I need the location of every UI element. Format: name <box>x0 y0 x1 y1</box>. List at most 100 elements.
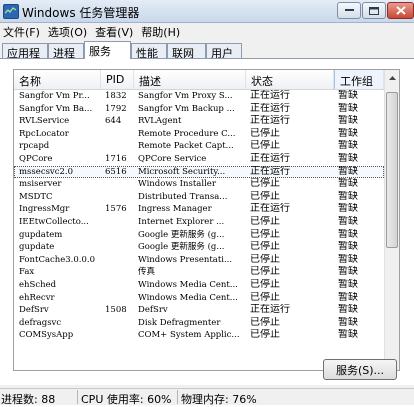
tab-networking[interactable]: 联网 <box>167 43 206 60</box>
table-row[interactable]: gupdate Google 更新服务 (g... 已停止 暂缺 <box>14 241 384 254</box>
service-description: Google 更新服务 (g... <box>138 242 225 253</box>
table-row[interactable]: defragsvc Disk Defragmenter 已停止 暂缺 <box>14 317 384 330</box>
tab-strip: 应用程序 进程 服务 性能 联网 用户 <box>0 41 414 76</box>
services-panel: 名称 PID 描述 状态 工作组 Sangfor Vm Pr... 1832 San… <box>0 58 414 385</box>
service-description: Disk Defragmenter <box>138 317 221 328</box>
table-row[interactable]: Fax 传真 已停止 暂缺 <box>14 266 384 279</box>
service-pid: 1508 <box>105 305 127 316</box>
maximize-icon <box>369 6 379 15</box>
services-button[interactable]: 服务(S)... <box>323 359 397 380</box>
table-row[interactable]: RVLService 644 RVLAgent 正在运行 暂缺 <box>14 115 384 128</box>
table-row[interactable]: gupdatem Google 更新服务 (g... 已停止 暂缺 <box>14 229 384 242</box>
service-pid: 1576 <box>105 204 127 215</box>
tab-processes[interactable]: 进程 <box>48 43 84 60</box>
service-group: 暂缺 <box>338 203 358 215</box>
table-row[interactable]: COMSysApp COM+ System Applic... 已停止 暂缺 <box>14 329 384 342</box>
service-description: Remote Procedure C... <box>138 128 236 139</box>
close-button[interactable] <box>387 2 414 19</box>
service-rows: Sangfor Vm Pr... 1832 Sangfor Vm Proxy S..… <box>14 90 384 342</box>
menu-file[interactable]: 文件(F) <box>0 23 45 39</box>
service-description: Windows Presentati... <box>138 254 233 265</box>
service-group: 暂缺 <box>338 190 358 202</box>
service-status: 已停止 <box>250 127 280 139</box>
table-row[interactable]: MSDTC Distributed Transa... 已停止 暂缺 <box>14 191 384 204</box>
table-row[interactable]: Sangfor Vm Pr... 1832 Sangfor Vm Proxy S..… <box>14 90 384 103</box>
column-header-description[interactable]: 描述 <box>134 70 246 89</box>
service-name: IEEtwCollecto... <box>19 216 89 227</box>
service-name: MSDTC <box>19 191 53 202</box>
table-row[interactable]: ehSched Windows Media Cent... 已停止 暂缺 <box>14 279 384 292</box>
service-description: COM+ System Applic... <box>138 330 240 341</box>
service-description: Ingress Manager <box>138 204 212 215</box>
table-row[interactable]: mssecsvc2.0 6516 Microsoft Security... 正在运行… <box>14 165 384 179</box>
service-description: QPCore Service <box>138 153 207 164</box>
tab-users[interactable]: 用户 <box>206 43 242 60</box>
service-description: 传真 <box>138 267 156 278</box>
table-row[interactable]: msiserver Windows Installer 已停止 暂缺 <box>14 178 384 191</box>
column-header-group[interactable]: 工作组 <box>334 70 384 89</box>
service-name: gupdate <box>19 242 55 253</box>
table-row[interactable]: DefSrv 1508 DefSrv 正在运行 暂缺 <box>14 304 384 317</box>
process-count: 进程数: 88 <box>1 393 56 406</box>
service-group: 暂缺 <box>338 127 358 139</box>
table-row[interactable]: Sangfor Vm Ba... 1792 Sangfor Vm Backup ..… <box>14 103 384 116</box>
service-name: DefSrv <box>19 305 49 316</box>
service-status: 已停止 <box>250 241 280 253</box>
table-row[interactable]: QPCore 1716 QPCore Service 正在运行 暂缺 <box>14 153 384 166</box>
table-row[interactable]: FontCache3.0.0.0 Windows Presentati... 已停止… <box>14 254 384 267</box>
service-description: RVLAgent <box>138 116 182 127</box>
service-name: RpcLocator <box>19 128 69 139</box>
table-row[interactable]: IEEtwCollecto... Internet Explorer ... 已停止… <box>14 216 384 229</box>
service-status: 正在运行 <box>250 115 290 127</box>
service-name: Fax <box>19 267 35 278</box>
minimize-button[interactable] <box>337 2 361 19</box>
tab-services[interactable]: 服务 <box>84 41 131 59</box>
chevron-up-icon <box>388 75 396 80</box>
service-group: 暂缺 <box>338 304 358 316</box>
title-bar[interactable]: Windows 任务管理器 <box>0 0 414 23</box>
service-status: 已停止 <box>250 140 280 152</box>
tab-applications[interactable]: 应用程序 <box>2 43 48 76</box>
service-group: 暂缺 <box>338 329 358 341</box>
service-status: 正在运行 <box>250 102 290 114</box>
service-group: 暂缺 <box>338 228 358 240</box>
menu-options[interactable]: 选项(O) <box>45 23 92 39</box>
vertical-scrollbar[interactable] <box>384 70 399 370</box>
service-status: 正在运行 <box>250 304 290 316</box>
table-row[interactable]: RpcLocator Remote Procedure C... 已停止 暂缺 <box>14 128 384 141</box>
service-pid: 644 <box>105 116 122 127</box>
list-header: 名称 PID 描述 状态 工作组 <box>14 70 384 90</box>
service-description: Internet Explorer ... <box>138 216 225 227</box>
tab-performance[interactable]: 性能 <box>131 43 167 60</box>
menu-view[interactable]: 查看(V) <box>92 23 138 39</box>
column-header-name[interactable]: 名称 <box>14 70 101 89</box>
service-description: Distributed Transa... <box>138 191 228 202</box>
scroll-up-button[interactable] <box>385 70 399 85</box>
maximize-button[interactable] <box>362 2 386 19</box>
service-status: 正在运行 <box>250 165 290 177</box>
service-status: 已停止 <box>250 329 280 341</box>
status-divider <box>177 390 178 404</box>
service-group: 暂缺 <box>338 266 358 278</box>
column-header-pid[interactable]: PID <box>101 70 134 89</box>
column-header-status[interactable]: 状态 <box>246 70 334 89</box>
service-status: 已停止 <box>250 316 280 328</box>
service-description: Windows Media Cent... <box>138 279 238 290</box>
service-name: ehSched <box>19 279 57 290</box>
menu-help[interactable]: 帮助(H) <box>138 23 185 39</box>
service-description: Windows Installer <box>138 179 216 190</box>
service-group: 暂缺 <box>338 90 358 101</box>
scrollbar-thumb[interactable] <box>386 92 398 248</box>
table-row[interactable]: ehRecvr Windows Media Cent... 已停止 暂缺 <box>14 292 384 305</box>
service-status: 已停止 <box>250 253 280 265</box>
service-name: COMSysApp <box>19 330 74 341</box>
service-group: 暂缺 <box>338 140 358 152</box>
table-row[interactable]: IngressMgr 1576 Ingress Manager 正在运行 暂缺 <box>14 203 384 216</box>
service-group: 暂缺 <box>338 102 358 114</box>
service-status: 正在运行 <box>250 90 290 101</box>
service-name: RVLService <box>19 116 70 127</box>
service-name: msiserver <box>19 179 62 190</box>
status-divider <box>77 390 78 404</box>
service-description: Sangfor Vm Backup ... <box>138 103 235 114</box>
table-row[interactable]: rpcapd Remote Packet Capt... 已停止 暂缺 <box>14 140 384 153</box>
